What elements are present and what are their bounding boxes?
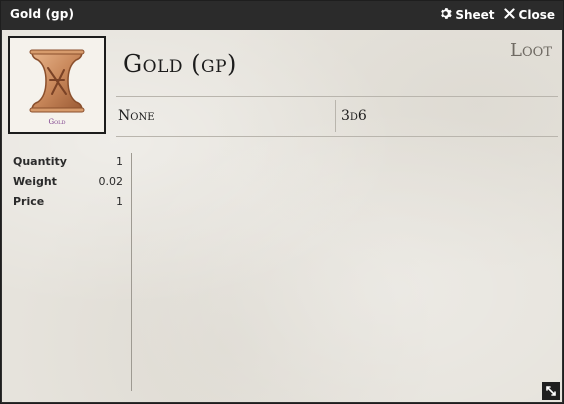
item-rarity[interactable]: None — [118, 108, 155, 124]
window-titlebar[interactable]: Gold (gp) Sheet Close — [1, 1, 563, 30]
item-damage[interactable]: 3d6 — [341, 108, 367, 124]
sidebar-divider — [131, 153, 132, 391]
property-row-weight: Weight 0.02 — [13, 175, 123, 195]
property-row-price: Price 1 — [13, 195, 123, 215]
gold-coin-icon — [29, 49, 85, 113]
image-caption: Gold — [48, 118, 66, 126]
header-divider-bottom — [116, 136, 558, 137]
close-icon — [503, 7, 516, 23]
properties-list: Quantity 1 Weight 0.02 Price 1 — [13, 155, 123, 215]
item-sheet-window: Gold (gp) Sheet Close Gold Gold (gp) Loo… — [0, 0, 564, 404]
resize-handle[interactable] — [542, 382, 560, 400]
gear-icon — [439, 7, 453, 23]
item-type: Loot — [510, 40, 552, 61]
close-label: Close — [518, 8, 555, 22]
header-controls: Sheet Close — [439, 7, 555, 23]
header-divider-top — [116, 96, 558, 97]
property-value[interactable]: 1 — [116, 195, 123, 208]
header-column-divider — [335, 100, 336, 132]
item-image[interactable]: Gold — [8, 36, 106, 134]
window-title: Gold (gp) — [10, 7, 75, 21]
property-label: Quantity — [13, 155, 67, 168]
property-value[interactable]: 1 — [116, 155, 123, 168]
close-button[interactable]: Close — [503, 7, 555, 23]
property-label: Weight — [13, 175, 57, 188]
property-value[interactable]: 0.02 — [99, 175, 124, 188]
property-label: Price — [13, 195, 45, 208]
item-name[interactable]: Gold (gp) — [123, 50, 237, 78]
sheet-button[interactable]: Sheet — [439, 7, 495, 23]
sheet-label: Sheet — [455, 8, 495, 22]
property-row-quantity: Quantity 1 — [13, 155, 123, 175]
resize-icon — [546, 386, 556, 396]
sheet-content: Gold Gold (gp) Loot None 3d6 Quantity 1 … — [2, 30, 562, 402]
